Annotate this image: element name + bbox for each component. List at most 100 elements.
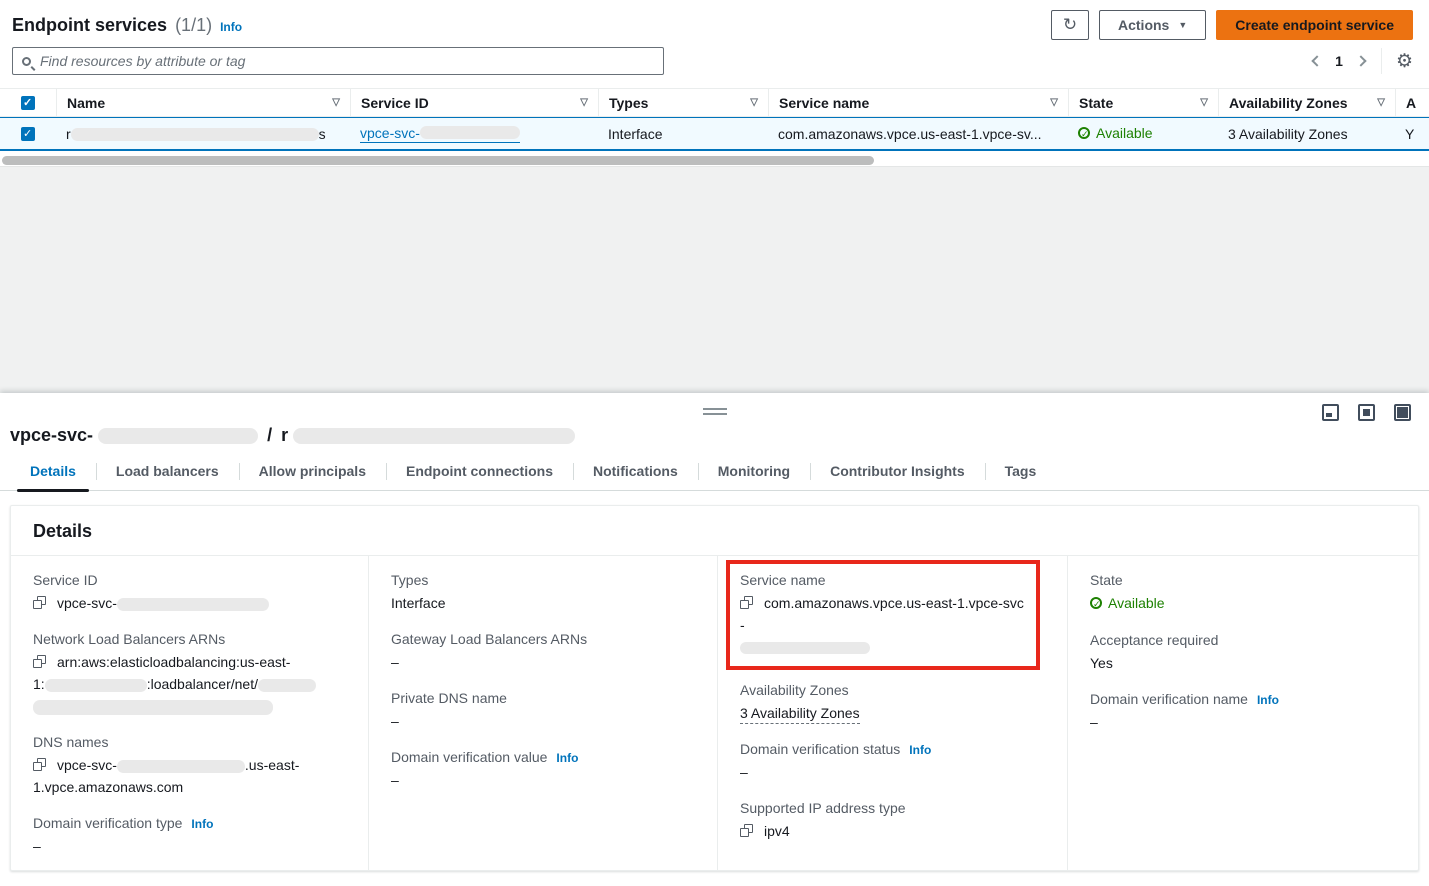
next-page-icon[interactable] [1355, 55, 1366, 66]
settings-gear-icon[interactable]: ⚙ [1396, 52, 1413, 71]
panel-resize-handle[interactable] [703, 408, 727, 418]
service-name-line1: com.amazonaws.vpce.us-east-1.vpce-svc- [740, 595, 1024, 633]
redacted-text [117, 760, 245, 773]
select-all-checkbox[interactable] [21, 96, 35, 110]
column-label: Availability Zones [1229, 95, 1348, 111]
redacted-text [98, 428, 258, 444]
field-label: State [1090, 572, 1400, 588]
availability-zones-link[interactable]: 3 Availability Zones [1228, 126, 1348, 142]
row-name-text: r [66, 126, 71, 142]
field-value: – [1090, 711, 1400, 733]
sort-icon[interactable]: ▽ [1200, 97, 1208, 108]
info-link[interactable]: Info [191, 817, 213, 831]
service-id-text: vpce-svc- [360, 125, 420, 141]
previous-page-icon[interactable] [1311, 55, 1322, 66]
panel-position-full-icon[interactable] [1394, 404, 1411, 421]
info-link[interactable]: Info [556, 751, 578, 765]
field-value: Interface [391, 592, 699, 614]
redacted-text [117, 598, 269, 611]
column-header-name[interactable]: Name ▽ [56, 89, 350, 116]
copy-icon[interactable] [740, 596, 753, 609]
info-link[interactable]: Info [1257, 693, 1279, 707]
tab-allow-principals[interactable]: Allow principals [239, 456, 386, 490]
copy-icon[interactable] [33, 596, 46, 609]
copy-icon[interactable] [33, 655, 46, 668]
page-number[interactable]: 1 [1335, 53, 1343, 69]
search-input[interactable] [38, 52, 654, 70]
header-info-link[interactable]: Info [220, 20, 242, 34]
redacted-text [420, 126, 520, 139]
field-value: – [740, 761, 1049, 783]
field-value: com.amazonaws.vpce.us-east-1.vpce-svc- [740, 592, 1026, 658]
column-header-acceptance[interactable]: A [1395, 89, 1429, 116]
field-label: Domain verification type [33, 815, 182, 831]
sort-icon[interactable]: ▽ [332, 97, 340, 108]
field-supported-ip-type: Supported IP address type ipv4 [740, 800, 1049, 842]
nlb-arn-line2: 1: [33, 676, 45, 692]
field-value: – [391, 769, 699, 791]
tab-endpoint-connections[interactable]: Endpoint connections [386, 456, 573, 490]
service-id-value: vpce-svc- [57, 595, 117, 611]
create-button-label: Create endpoint service [1235, 17, 1394, 33]
column-label: State [1079, 95, 1113, 111]
panel-position-controls [1322, 404, 1411, 421]
available-check-icon [1078, 127, 1090, 139]
column-header-availability-zones[interactable]: Availability Zones ▽ [1218, 89, 1395, 116]
column-header-service-id[interactable]: Service ID▽ [350, 89, 598, 116]
row-state-cell: Available [1068, 125, 1218, 142]
field-domain-verification-value: Domain verification valueInfo – [391, 749, 699, 791]
redacted-text [258, 679, 316, 692]
row-checkbox[interactable] [21, 127, 35, 141]
scrollbar-thumb[interactable] [2, 156, 874, 165]
field-label: Network Load Balancers ARNs [33, 631, 350, 647]
refresh-button[interactable]: ↻ [1051, 10, 1089, 40]
sort-icon[interactable]: ▽ [750, 97, 758, 108]
sort-icon[interactable]: ▽ [580, 97, 588, 108]
tab-details[interactable]: Details [10, 456, 96, 490]
row-acceptance-cell: Y [1395, 126, 1429, 142]
details-card-body: Service ID vpce-svc- Network Load Balanc… [11, 556, 1418, 871]
field-label: DNS names [33, 734, 350, 750]
sort-icon[interactable]: ▽ [1050, 97, 1058, 108]
redacted-text [45, 679, 147, 692]
resource-count: (1/1) [175, 15, 212, 36]
create-endpoint-service-button[interactable]: Create endpoint service [1216, 10, 1413, 40]
column-header-state[interactable]: State ▽ [1068, 89, 1218, 116]
tab-tags[interactable]: Tags [985, 456, 1057, 490]
row-availability-zones-cell: 3 Availability Zones [1218, 126, 1395, 142]
copy-icon[interactable] [33, 758, 46, 771]
column-label: Name [67, 95, 105, 111]
table-row[interactable]: rs vpce-svc- Interface com.amazonaws.vpc… [0, 117, 1429, 151]
field-nlb-arns: Network Load Balancers ARNs arn:aws:elas… [33, 631, 350, 717]
service-id-link[interactable]: vpce-svc- [360, 125, 520, 143]
row-service-id-cell: vpce-svc- [350, 125, 598, 143]
tab-contributor-insights[interactable]: Contributor Insights [810, 456, 985, 490]
actions-button[interactable]: Actions ▼ [1099, 10, 1206, 40]
row-service-name-cell: com.amazonaws.vpce.us-east-1.vpce-sv... [768, 126, 1068, 142]
endpoint-services-table: Name ▽ Service ID▽ Types▽ Service name ▽ S… [0, 88, 1429, 165]
tab-notifications[interactable]: Notifications [573, 456, 698, 490]
info-link[interactable]: Info [909, 743, 931, 757]
column-header-types[interactable]: Types▽ [598, 89, 768, 116]
column-label: Service name [779, 95, 869, 111]
endpoint-services-page: Endpoint services (1/1) Info ↻ Actions ▼… [0, 0, 1429, 166]
tab-load-balancers[interactable]: Load balancers [96, 456, 239, 490]
state-text: Available [1096, 125, 1153, 141]
header-actions: ↻ Actions ▼ Create endpoint service [1051, 10, 1413, 40]
field-state: State Available [1090, 572, 1400, 615]
row-types-cell: Interface [598, 126, 768, 142]
details-card-heading: Details [11, 506, 1418, 556]
field-label: Types [391, 572, 699, 588]
search-box[interactable] [12, 47, 664, 75]
column-header-service-name[interactable]: Service name ▽ [768, 89, 1068, 116]
field-dns-names: DNS names vpce-svc-.us-east- 1.vpce.amaz… [33, 734, 350, 798]
sort-icon[interactable]: ▽ [1377, 97, 1385, 108]
copy-icon[interactable] [740, 824, 753, 837]
field-value: arn:aws:elasticloadbalancing:us-east- 1:… [33, 651, 350, 717]
field-value: ipv4 [740, 820, 1049, 842]
panel-position-bottom-icon[interactable] [1322, 404, 1339, 421]
tab-monitoring[interactable]: Monitoring [698, 456, 810, 490]
field-label: Domain verification name [1090, 691, 1248, 707]
availability-zones-link[interactable]: 3 Availability Zones [740, 705, 860, 724]
panel-position-side-icon[interactable] [1358, 404, 1375, 421]
